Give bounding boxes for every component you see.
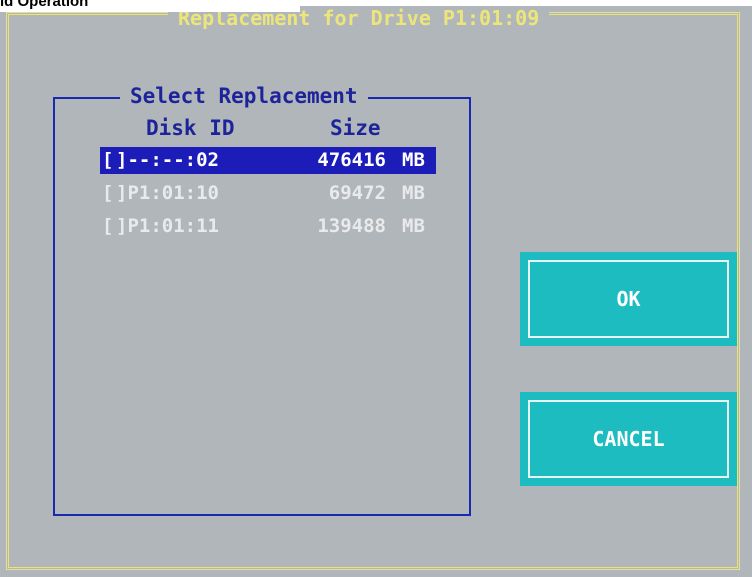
disk-size: 476416 bbox=[317, 149, 386, 171]
size-unit: MB bbox=[402, 182, 425, 204]
disk-row[interactable]: [ ]P1:01:11 139488 MB bbox=[100, 213, 436, 240]
disk-id: ]P1:01:11 bbox=[116, 215, 219, 237]
bios-screen: Replacement for Drive P1:01:09 Select Re… bbox=[0, 6, 752, 577]
checkbox-bracket: [ bbox=[102, 215, 114, 237]
disk-size: 69472 bbox=[328, 182, 386, 204]
checkbox-bracket: [ bbox=[102, 149, 114, 171]
size-unit: MB bbox=[402, 149, 425, 171]
disk-size: 139488 bbox=[317, 215, 386, 237]
disk-id: ]P1:01:10 bbox=[116, 182, 219, 204]
cancel-button[interactable]: CANCEL bbox=[520, 392, 737, 486]
ok-button-label: OK bbox=[528, 260, 729, 338]
cancel-button-label: CANCEL bbox=[528, 400, 729, 478]
column-header-size: Size bbox=[330, 116, 381, 140]
disk-row-selected[interactable]: [ ]--:--:02 476416 MB bbox=[100, 147, 436, 174]
ok-button[interactable]: OK bbox=[520, 252, 737, 346]
checkbox-bracket: [ bbox=[102, 182, 114, 204]
disk-id: ]--:--:02 bbox=[116, 149, 219, 171]
size-unit: MB bbox=[402, 215, 425, 237]
disk-row[interactable]: [ ]P1:01:10 69472 MB bbox=[100, 180, 436, 207]
window-caption: ld Operation bbox=[0, 0, 300, 12]
column-header-disk-id: Disk ID bbox=[146, 116, 235, 140]
group-title: Select Replacement bbox=[120, 82, 368, 110]
